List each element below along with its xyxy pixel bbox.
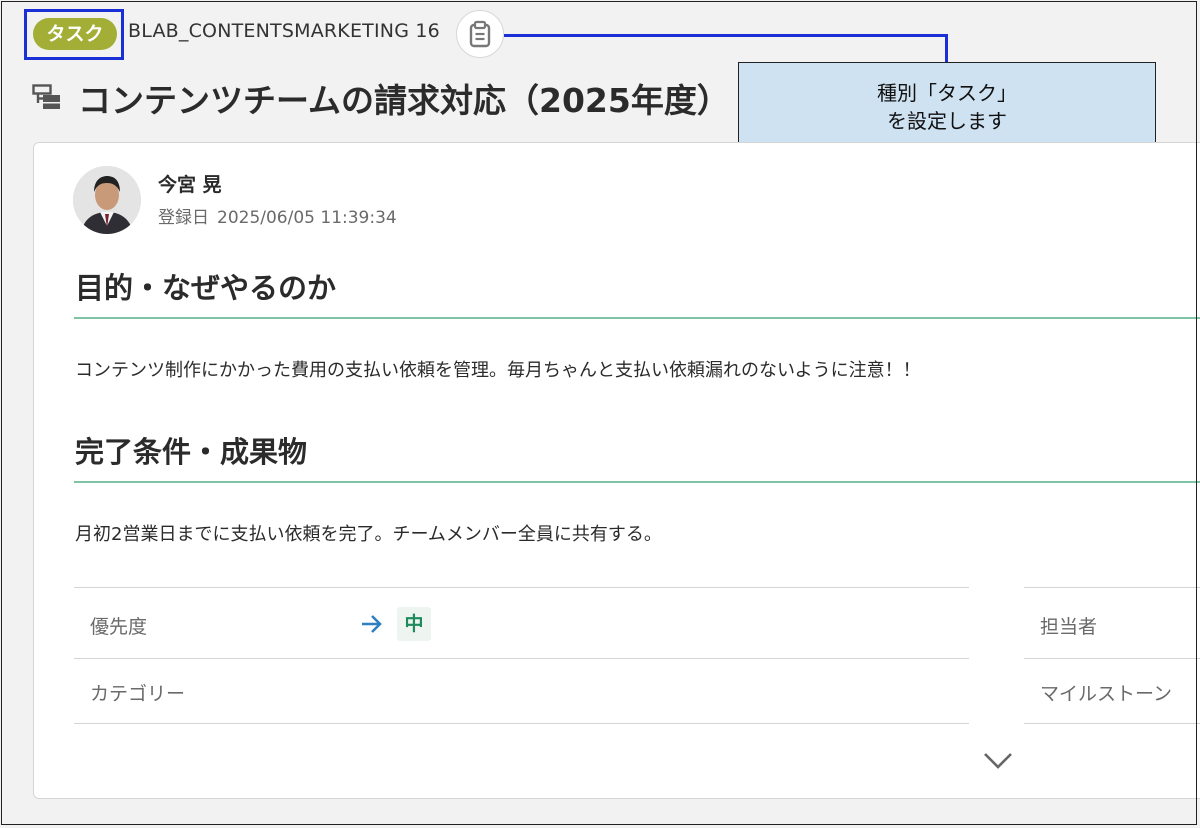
- property-divider: [74, 587, 969, 588]
- property-divider: [1024, 723, 1200, 724]
- avatar[interactable]: [73, 166, 141, 234]
- copy-key-button[interactable]: [456, 10, 504, 58]
- chevron-down-icon[interactable]: [982, 748, 1014, 772]
- section-divider: [74, 481, 1200, 483]
- milestone-label: マイルストーン: [1040, 683, 1173, 705]
- registered-timestamp: 2025/06/05 11:39:34: [217, 208, 397, 228]
- registered-date: 登録日 2025/06/05 11:39:34: [158, 203, 397, 228]
- property-divider: [74, 723, 969, 724]
- property-divider: [1024, 587, 1200, 588]
- task-type-icon: [32, 84, 60, 109]
- task-id: BLAB_CONTENTSMARKETING 16: [128, 20, 440, 42]
- property-divider: [1024, 658, 1200, 659]
- property-divider: [74, 658, 969, 659]
- author-name: 今宮 晃: [158, 174, 222, 196]
- page-title: コンテンツチームの請求対応（2025年度）: [78, 81, 730, 120]
- callout-line-1: 種別「タスク」: [877, 81, 1017, 105]
- annotation-connector-line: [504, 34, 948, 37]
- priority-label: 優先度: [90, 616, 148, 638]
- clipboard-icon: [469, 20, 491, 48]
- category-label: カテゴリー: [90, 683, 186, 705]
- section-body-purpose: コンテンツ制作にかかった費用の支払い依頼を管理。毎月ちゃんと支払い依頼漏れのない…: [75, 360, 921, 381]
- priority-value[interactable]: 中: [397, 607, 431, 641]
- annotation-callout: 種別「タスク」 を設定します: [738, 62, 1156, 152]
- registered-label: 登録日: [158, 208, 209, 228]
- section-heading-purpose: 目的・なぜやるのか: [75, 271, 337, 305]
- callout-line-2: を設定します: [887, 109, 1007, 133]
- arrow-right-icon: [362, 615, 382, 633]
- annotation-highlight-box: [24, 9, 124, 60]
- section-divider: [74, 317, 1200, 319]
- section-heading-completion: 完了条件・成果物: [75, 435, 308, 469]
- annotation-connector-line-vertical: [945, 34, 948, 62]
- avatar-photo: [73, 166, 141, 234]
- section-body-completion: 月初2営業日までに支払い依頼を完了。チームメンバー全員に共有する。: [75, 524, 662, 545]
- assignee-label: 担当者: [1040, 616, 1098, 638]
